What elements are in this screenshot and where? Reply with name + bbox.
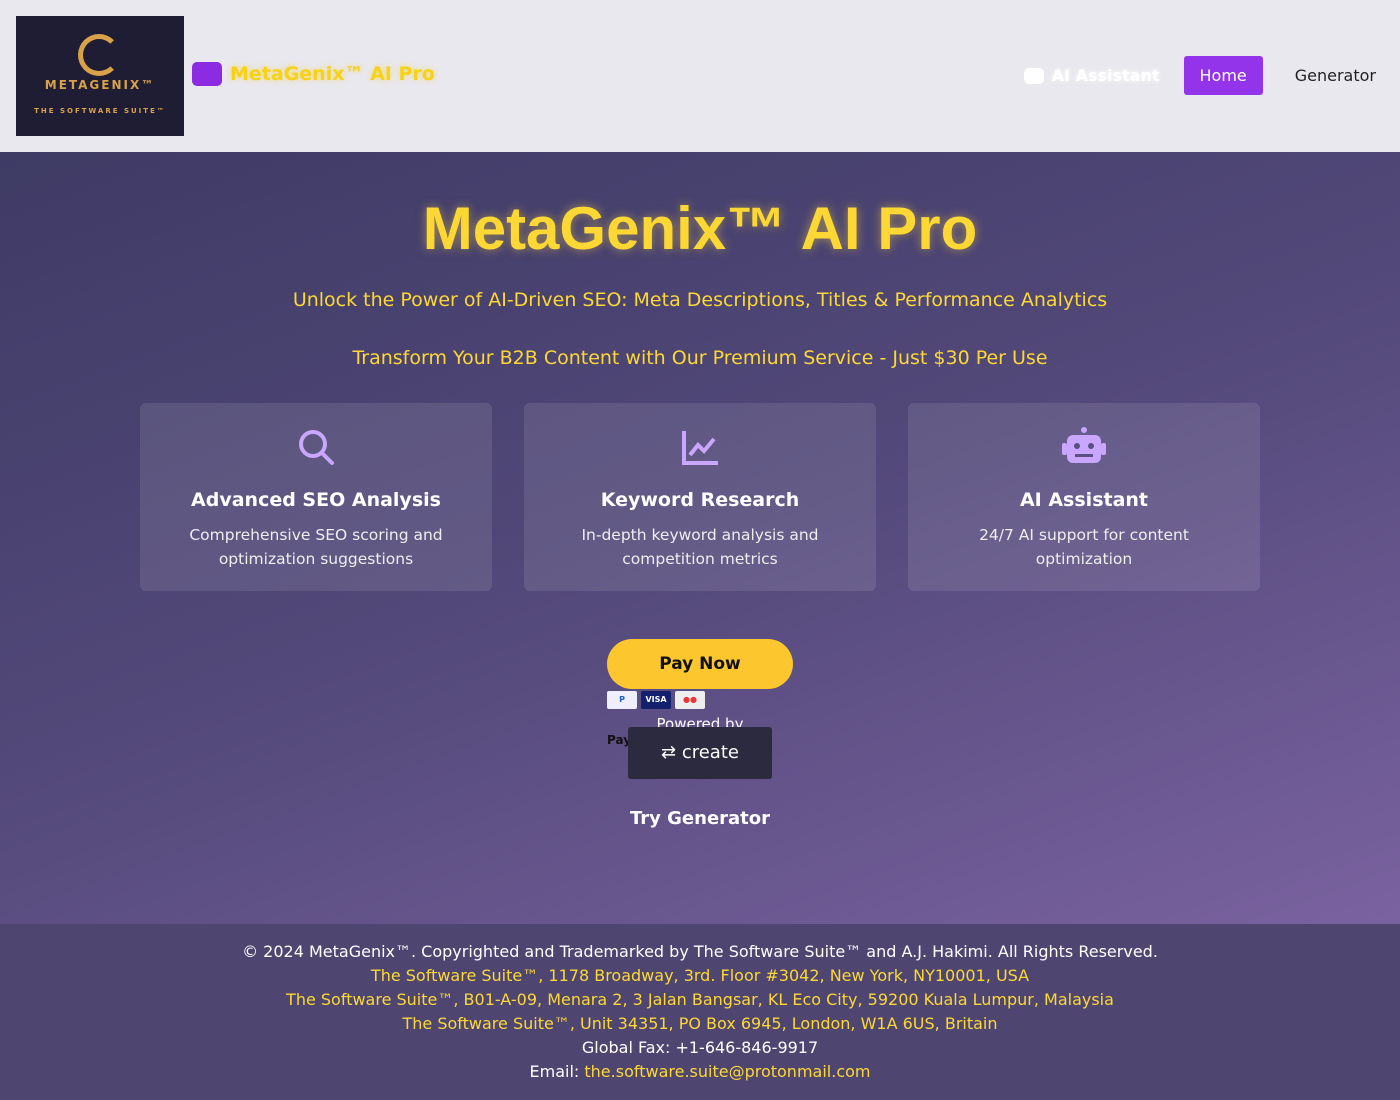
logo[interactable]: METAGENIX™ THE SOFTWARE SUITE™: [16, 16, 184, 136]
feature-card: Advanced SEO Analysis Comprehensive SEO …: [140, 403, 492, 591]
feature-desc: 24/7 AI support for content optimization: [979, 526, 1189, 568]
logo-subtext: THE SOFTWARE SUITE™: [34, 107, 166, 115]
paypal-icon: P: [607, 691, 637, 709]
robot-icon: [908, 427, 1260, 467]
create-button[interactable]: ⇄ create: [628, 727, 772, 779]
create-label: create: [681, 742, 739, 763]
email-link[interactable]: the.software.suite@protonmail.com: [584, 1062, 870, 1081]
nav: AI Assistant Home Generator: [1023, 56, 1384, 95]
pay-now-button[interactable]: Pay Now: [607, 639, 793, 689]
payment-methods: P VISA ●●: [607, 691, 793, 709]
create-logo-icon: ⇄: [661, 742, 682, 763]
feature-card: Keyword Research In-depth keyword analys…: [524, 403, 876, 591]
email-line: Email: the.software.suite@protonmail.com: [0, 1060, 1400, 1084]
address: The Software Suite™, B01-A-09, Menara 2,…: [286, 990, 1114, 1009]
visa-icon: VISA: [641, 691, 671, 709]
copyright: © 2024 MetaGenix™. Copyrighted and Trade…: [242, 942, 1158, 961]
fax: Global Fax: +1-646-846-9917: [581, 1038, 819, 1057]
search-icon: [140, 427, 492, 467]
try-generator-link[interactable]: Try Generator: [0, 808, 1400, 829]
robot-icon: [192, 62, 222, 86]
mastercard-icon: ●●: [675, 691, 705, 709]
feature-cards: Advanced SEO Analysis Comprehensive SEO …: [0, 403, 1400, 591]
feature-desc: In-depth keyword analysis and competitio…: [581, 526, 819, 568]
chart-line-icon: [524, 427, 876, 467]
header: METAGENIX™ THE SOFTWARE SUITE™ MetaGenix…: [0, 0, 1400, 152]
address: The Software Suite™, 1178 Broadway, 3rd.…: [370, 966, 1030, 985]
nav-generator[interactable]: Generator: [1287, 56, 1384, 95]
brand-name: MetaGenix™ AI Pro: [230, 63, 435, 85]
feature-title: Keyword Research: [600, 489, 800, 511]
email-label: Email:: [529, 1062, 580, 1081]
nav-ai-assistant[interactable]: AI Assistant: [1023, 66, 1160, 85]
hero: MetaGenix™ AI Pro Unlock the Power of AI…: [0, 152, 1400, 924]
footer: © 2024 MetaGenix™. Copyrighted and Trade…: [0, 924, 1400, 1100]
robot-icon: [1023, 67, 1044, 84]
nav-home[interactable]: Home: [1183, 56, 1263, 95]
logo-text: METAGENIX™: [44, 78, 156, 92]
tagline: Transform Your B2B Content with Our Prem…: [352, 347, 1048, 369]
subtitle: Unlock the Power of AI-Driven SEO: Meta …: [292, 289, 1108, 311]
feature-card: AI Assistant 24/7 AI support for content…: [908, 403, 1260, 591]
brand[interactable]: MetaGenix™ AI Pro: [192, 62, 435, 86]
feature-desc: Comprehensive SEO scoring and optimizati…: [189, 526, 443, 568]
logo-mark-icon: [78, 34, 120, 76]
address: The Software Suite™, Unit 34351, PO Box …: [402, 1014, 998, 1033]
feature-title: AI Assistant: [1019, 489, 1149, 511]
nav-ai-label: AI Assistant: [1051, 66, 1160, 85]
feature-title: Advanced SEO Analysis: [191, 489, 441, 511]
page-title: MetaGenix™ AI Pro: [422, 195, 978, 262]
